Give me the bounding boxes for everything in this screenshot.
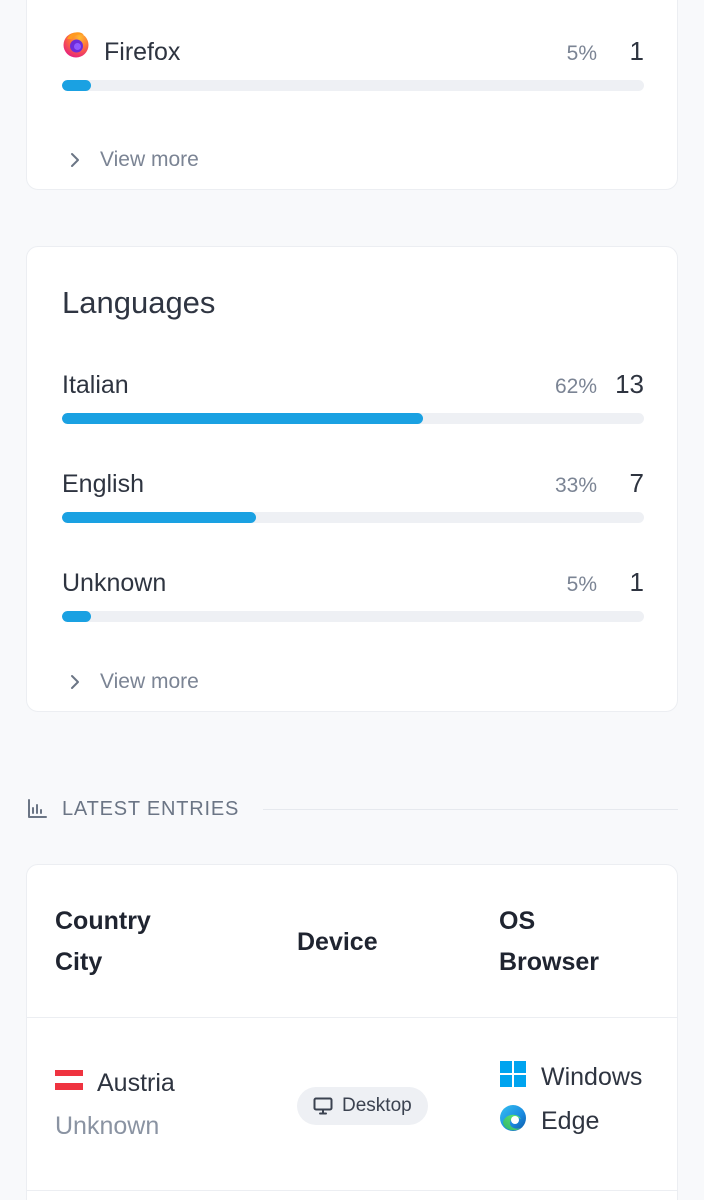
language-bar-fill bbox=[62, 512, 257, 523]
language-bar-fill bbox=[62, 611, 92, 622]
table-row-country: Austria bbox=[55, 1069, 175, 1098]
country-name: Austria bbox=[97, 1069, 175, 1097]
language-bar-track bbox=[62, 611, 644, 622]
language-name: English bbox=[62, 470, 144, 498]
language-percent: 5% bbox=[566, 573, 597, 596]
language-stat-row: Unknown 5% 1 bbox=[62, 567, 644, 640]
language-bar-track bbox=[62, 413, 644, 424]
windows-icon bbox=[499, 1060, 527, 1088]
view-more-label: View more bbox=[100, 148, 199, 171]
column-header-os-browser[interactable]: OS Browser bbox=[499, 901, 599, 983]
languages-card: Languages Italian 62% 13 English 33% 7 U… bbox=[26, 246, 678, 712]
language-name: Italian bbox=[62, 371, 129, 399]
browser-bar-fill bbox=[62, 80, 92, 91]
browsers-view-more-link[interactable]: View more bbox=[64, 148, 199, 172]
column-header-country-city[interactable]: Country City bbox=[55, 901, 151, 983]
language-count: 7 bbox=[629, 468, 644, 498]
column-header-country: Country bbox=[55, 907, 151, 935]
language-bar-fill bbox=[62, 413, 423, 424]
language-count: 1 bbox=[629, 567, 644, 597]
browser-stat-row: Firefox 5% 1 bbox=[62, 32, 644, 109]
column-header-city: City bbox=[55, 948, 103, 976]
table-row-browser: Edge bbox=[499, 1104, 600, 1136]
browser-bar-track bbox=[62, 80, 644, 91]
view-more-label: View more bbox=[100, 670, 199, 693]
edge-icon bbox=[499, 1104, 527, 1132]
analytics-page: Firefox 5% 1 View more Languages Italian… bbox=[0, 0, 704, 1200]
browser-name: Firefox bbox=[104, 38, 181, 66]
city-name: Unknown bbox=[55, 1112, 160, 1140]
browser-name: Edge bbox=[541, 1107, 600, 1135]
column-header-os: OS bbox=[499, 907, 536, 935]
bar-chart-icon bbox=[26, 798, 48, 820]
firefox-icon bbox=[62, 30, 90, 58]
browser-count: 1 bbox=[629, 36, 644, 66]
language-name: Unknown bbox=[62, 569, 167, 597]
device-badge: Desktop bbox=[297, 1087, 428, 1125]
monitor-icon bbox=[313, 1097, 333, 1115]
language-count: 13 bbox=[615, 369, 644, 399]
column-header-device[interactable]: Device bbox=[297, 922, 378, 963]
table-row-os: Windows bbox=[499, 1060, 643, 1092]
latest-entries-table: Country City Device OS Browser Austria U… bbox=[26, 864, 678, 1200]
browsers-card: Firefox 5% 1 View more bbox=[26, 0, 678, 190]
latest-entries-label: LATEST ENTRIES bbox=[62, 797, 240, 820]
languages-view-more-link[interactable]: View more bbox=[64, 670, 199, 694]
language-stat-row: English 33% 7 bbox=[62, 468, 644, 541]
column-header-browser: Browser bbox=[499, 948, 600, 976]
browser-percent: 5% bbox=[566, 42, 597, 65]
language-bar-track bbox=[62, 512, 644, 523]
languages-title: Languages bbox=[62, 285, 216, 320]
device-label: Desktop bbox=[342, 1095, 412, 1116]
os-name: Windows bbox=[541, 1063, 643, 1091]
language-percent: 33% bbox=[554, 474, 597, 497]
latest-entries-header: LATEST ENTRIES bbox=[26, 796, 678, 822]
table-header-divider bbox=[27, 1017, 677, 1018]
table-row-divider bbox=[27, 1190, 677, 1191]
chevron-right-icon bbox=[64, 149, 86, 171]
chevron-right-icon bbox=[64, 671, 86, 693]
austria-flag-icon bbox=[55, 1069, 83, 1090]
language-stat-row: Italian 62% 13 bbox=[62, 369, 644, 442]
section-divider bbox=[263, 808, 678, 810]
language-percent: 62% bbox=[554, 375, 597, 398]
browser-stat-label: Firefox bbox=[62, 32, 181, 67]
